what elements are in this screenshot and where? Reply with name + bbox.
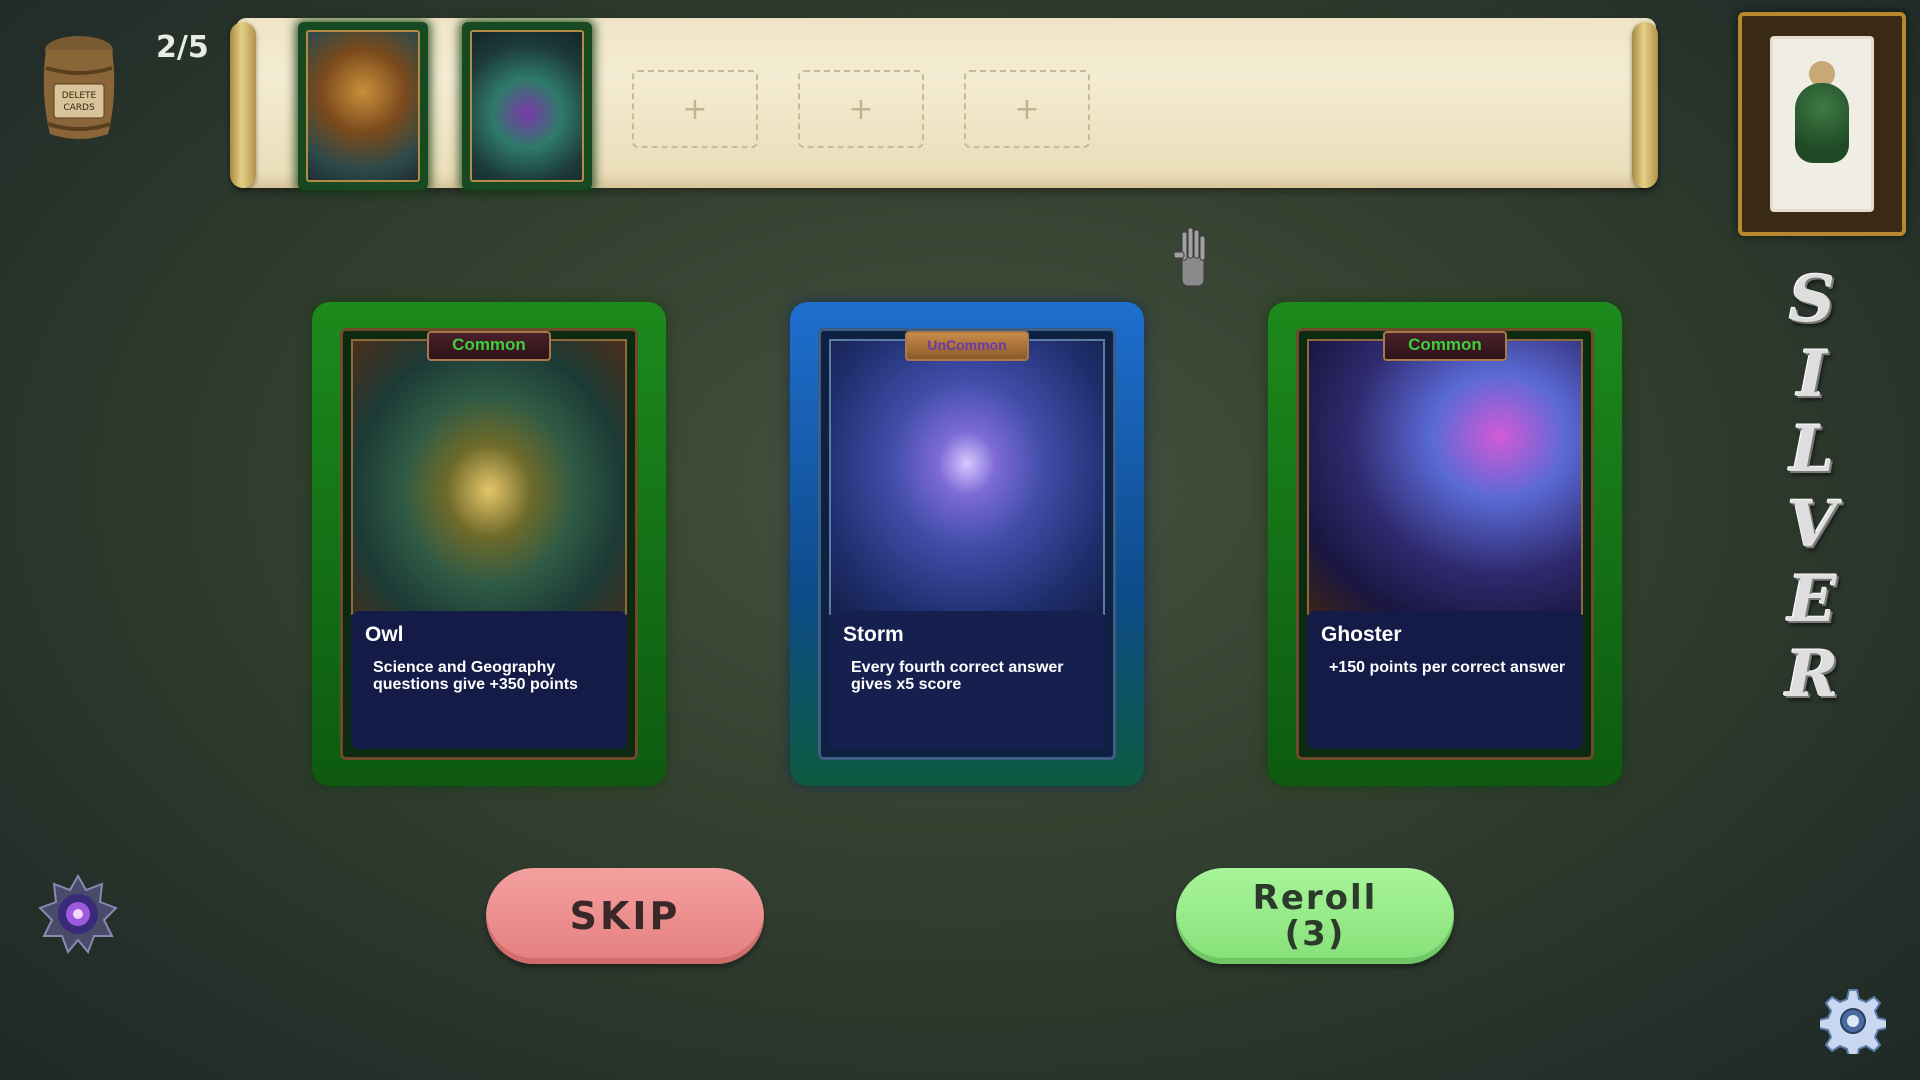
gauntlet-cursor-icon: [1172, 226, 1212, 292]
card-description: Every fourth correct answer gives x5 sco…: [851, 659, 1064, 693]
card-name: Ghoster: [1321, 623, 1402, 646]
deck-card-art: [470, 30, 584, 182]
svg-text:CARDS: CARDS: [63, 103, 95, 113]
reroll-label: Reroll: [1252, 878, 1378, 918]
card-description: Science and Geography questions give +35…: [373, 659, 578, 693]
deck-count: 2/5: [156, 30, 209, 65]
boss-card[interactable]: [1738, 12, 1906, 236]
scroll-rod-left: [230, 22, 256, 188]
card-choice-storm[interactable]: UnCommon Storm Every fourth correct answ…: [790, 302, 1144, 786]
card-text-panel: Ghoster +150 points per correct answer: [1307, 611, 1583, 749]
card-name: Owl: [365, 623, 404, 646]
boss-name-letter: I: [1797, 337, 1827, 412]
card-name: Storm: [843, 623, 904, 646]
empty-deck-slot[interactable]: +: [798, 70, 924, 148]
skip-button[interactable]: SKIP: [486, 868, 764, 964]
deck-card-art: [306, 30, 420, 182]
card-frame: Common Ghoster +150 points per correct a…: [1296, 328, 1594, 760]
delete-cards-barrel[interactable]: DELETE CARDS: [36, 28, 122, 144]
deck-card-2[interactable]: [462, 22, 592, 190]
empty-deck-slot[interactable]: +: [632, 70, 758, 148]
svg-text:DELETE: DELETE: [62, 91, 97, 101]
empty-deck-slot[interactable]: +: [964, 70, 1090, 148]
boss-name-letter: R: [1785, 637, 1839, 712]
card-text-panel: Storm Every fourth correct answer gives …: [829, 611, 1105, 749]
card-frame: Common Owl Science and Geography questio…: [340, 328, 638, 760]
reroll-button[interactable]: Reroll (3): [1176, 868, 1454, 964]
card-choice-owl[interactable]: Common Owl Science and Geography questio…: [312, 302, 666, 786]
settings-gear-icon[interactable]: [1818, 988, 1888, 1059]
reroll-count: (3): [1284, 914, 1346, 954]
card-frame: UnCommon Storm Every fourth correct answ…: [818, 328, 1116, 760]
boss-figure: [1795, 83, 1849, 163]
deck-scroll: [236, 18, 1656, 188]
owl-card-art: [351, 339, 627, 615]
card-text-panel: Owl Science and Geography questions give…: [351, 611, 627, 749]
boss-name-letter: L: [1789, 412, 1835, 487]
rarity-badge: Common: [1383, 331, 1507, 361]
rarity-badge: Common: [427, 331, 551, 361]
boss-name-letter: V: [1787, 487, 1837, 562]
scroll-rod-right: [1632, 22, 1658, 188]
boss-name-letter: S: [1788, 262, 1836, 337]
boss-portrait: [1770, 36, 1874, 212]
boss-name-letter: E: [1787, 562, 1837, 637]
rarity-badge: UnCommon: [905, 331, 1029, 361]
deck-card-1[interactable]: [298, 22, 428, 190]
storm-card-art: [829, 339, 1105, 615]
ghoster-card-art: [1307, 339, 1583, 615]
card-choice-ghoster[interactable]: Common Ghoster +150 points per correct a…: [1268, 302, 1622, 786]
card-description: +150 points per correct answer: [1329, 659, 1566, 676]
boss-name-vertical: S I L V E R: [1762, 262, 1862, 712]
magic-orb-icon[interactable]: [38, 873, 118, 954]
